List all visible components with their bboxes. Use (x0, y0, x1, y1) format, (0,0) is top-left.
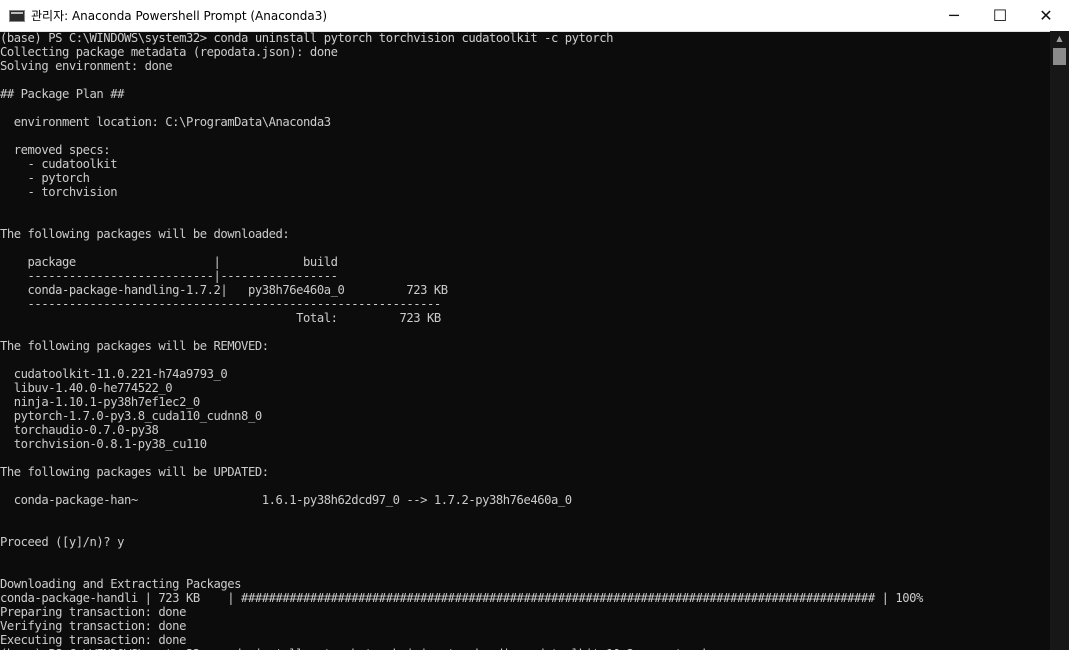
window-controls: ─ ☐ ✕ (931, 0, 1069, 31)
terminal-app-icon[interactable] (9, 9, 25, 22)
window-title: 관리자: Anaconda Powershell Prompt (Anacond… (31, 9, 328, 23)
terminal-line: The following packages will be REMOVED: (0, 339, 269, 353)
terminal-line: conda-package-handli | 723 KB | ########… (0, 591, 923, 605)
scroll-up-icon[interactable]: ▲ (1050, 31, 1069, 45)
title-bar: 관리자: Anaconda Powershell Prompt (Anacond… (0, 0, 1069, 32)
terminal-line: ----------------------------------------… (0, 297, 442, 311)
terminal-line: ninja-1.10.1-py38h7ef1ec2_0 (0, 395, 200, 409)
terminal-line: Verifying transaction: done (0, 619, 186, 633)
terminal-line: cudatoolkit-11.0.221-h74a9793_0 (0, 367, 228, 381)
terminal-line: ## Package Plan ## (0, 87, 124, 101)
terminal-line: torchvision-0.8.1-py38_cu110 (0, 437, 207, 451)
terminal-line: pytorch-1.7.0-py3.8_cuda110_cudnn8_0 (0, 409, 262, 423)
scrollbar-thumb[interactable] (1053, 48, 1066, 65)
terminal-output[interactable]: (base) PS C:\WINDOWS\system32> conda uni… (0, 31, 1050, 650)
terminal-line: (base) PS C:\WINDOWS\system32> conda uni… (0, 31, 613, 45)
terminal-line: - pytorch (0, 171, 90, 185)
terminal-line: removed specs: (0, 143, 111, 157)
terminal-line: - cudatoolkit (0, 157, 118, 171)
terminal-line: Downloading and Extracting Packages (0, 577, 242, 591)
terminal-line: The following packages will be UPDATED: (0, 465, 269, 479)
vertical-scrollbar[interactable]: ▲ (1050, 31, 1069, 650)
terminal-line: Total: 723 KB (0, 311, 441, 325)
maximize-button[interactable]: ☐ (977, 0, 1023, 31)
terminal-line: torchaudio-0.7.0-py38 (0, 423, 159, 437)
terminal-line: The following packages will be downloade… (0, 227, 290, 241)
terminal-line: Proceed ([y]/n)? y (0, 535, 124, 549)
terminal-line: - torchvision (0, 185, 118, 199)
terminal-line: ---------------------------|------------… (0, 269, 338, 283)
terminal-line: Solving environment: done (0, 59, 173, 73)
close-button[interactable]: ✕ (1023, 0, 1069, 31)
terminal-line: conda-package-han~ 1.6.1-py38h62dcd97_0 … (0, 493, 572, 507)
terminal-line: Collecting package metadata (repodata.js… (0, 45, 338, 59)
minimize-button[interactable]: ─ (931, 0, 977, 31)
terminal-line: package | build (0, 255, 338, 269)
terminal-line: libuv-1.40.0-he774522_0 (0, 381, 173, 395)
terminal-line: environment location: C:\ProgramData\Ana… (0, 115, 331, 129)
terminal-line: Executing transaction: done (0, 633, 186, 647)
terminal-line: Preparing transaction: done (0, 605, 186, 619)
terminal-line: conda-package-handling-1.7.2| py38h76e46… (0, 283, 449, 297)
